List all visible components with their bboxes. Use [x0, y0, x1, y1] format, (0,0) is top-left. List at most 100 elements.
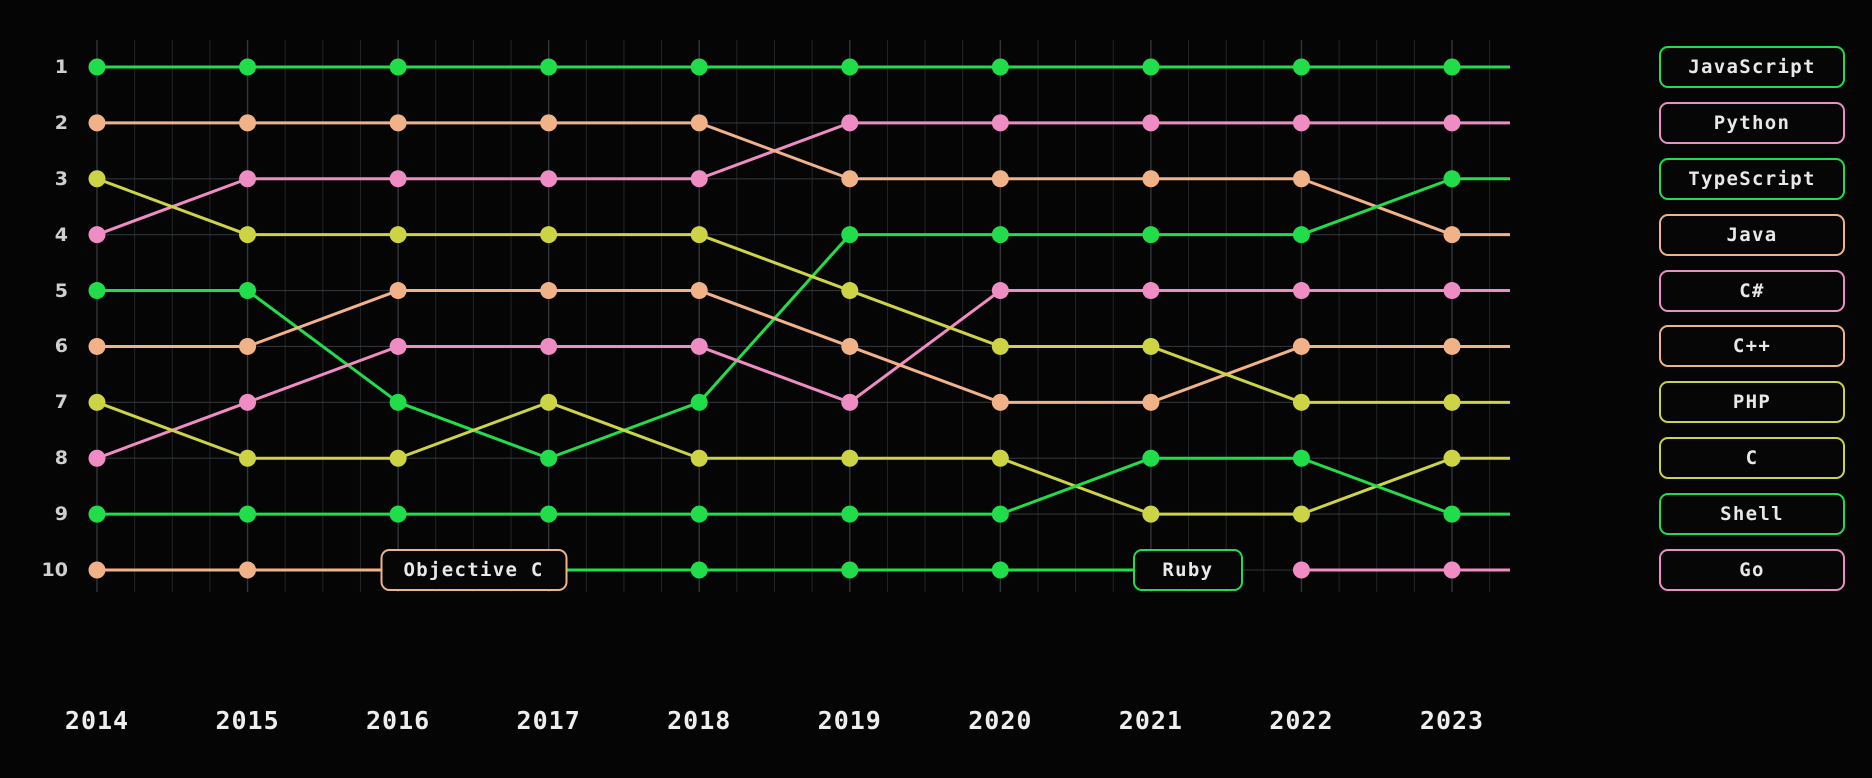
- y-axis-tick-5: 5: [54, 279, 68, 302]
- data-point: [1443, 561, 1461, 579]
- y-axis-tick-2: 2: [54, 111, 68, 134]
- series-label-javascript[interactable]: JavaScript: [1659, 46, 1845, 88]
- series-label-php[interactable]: PHP: [1659, 381, 1845, 424]
- x-axis-tick-2020: 2020: [968, 706, 1033, 735]
- data-point: [389, 114, 407, 132]
- data-point: [540, 58, 558, 76]
- data-point: [1443, 226, 1461, 244]
- data-point: [1142, 58, 1160, 76]
- bump-chart-screenshot: 1 2 3 4 5 6 7 8 9 10 2014 2015 2016 2017 2018 2019 2020 2…: [0, 0, 1872, 778]
- series-label-go[interactable]: Go: [1659, 549, 1845, 591]
- data-point: [1292, 226, 1310, 244]
- x-axis-tick-2021: 2021: [1118, 706, 1183, 735]
- x-axis-tick-2018: 2018: [667, 706, 732, 735]
- series-label-java[interactable]: Java: [1659, 213, 1845, 256]
- series-label-python[interactable]: Python: [1659, 101, 1845, 144]
- data-point: [389, 393, 407, 411]
- data-point: [991, 114, 1009, 132]
- x-axis-tick-2019: 2019: [817, 706, 882, 735]
- series-lines: [95, 65, 1510, 572]
- data-point: [239, 449, 257, 467]
- data-point: [540, 337, 558, 355]
- data-point: [1292, 505, 1310, 523]
- data-point: [1142, 170, 1160, 188]
- data-point: [239, 282, 257, 300]
- data-point: [88, 393, 106, 411]
- data-point: [690, 337, 708, 355]
- data-point: [1443, 58, 1461, 76]
- data-point: [1292, 114, 1310, 132]
- data-point: [1292, 282, 1310, 300]
- data-point: [540, 170, 558, 188]
- series-label-shell[interactable]: Shell: [1659, 493, 1845, 536]
- data-point: [841, 114, 859, 132]
- data-point: [991, 170, 1009, 188]
- data-point: [88, 170, 106, 188]
- data-point: [239, 114, 257, 132]
- data-point: [1443, 170, 1461, 188]
- data-point: [841, 561, 859, 579]
- data-point: [540, 449, 558, 467]
- data-point: [1292, 337, 1310, 355]
- data-point: [690, 561, 708, 579]
- data-point: [1443, 337, 1461, 355]
- data-point: [1142, 393, 1160, 411]
- data-point: [841, 170, 859, 188]
- data-point: [690, 449, 708, 467]
- data-point: [991, 226, 1009, 244]
- data-point: [389, 337, 407, 355]
- y-axis-tick-1: 1: [54, 56, 68, 78]
- series-label-c-[interactable]: C#: [1659, 269, 1845, 312]
- data-point: [88, 114, 106, 132]
- data-point: [88, 337, 106, 355]
- series-label-objective-c[interactable]: Objective C: [380, 549, 568, 591]
- data-point: [991, 505, 1009, 523]
- x-axis-tick-2014: 2014: [64, 706, 130, 735]
- data-point: [991, 282, 1009, 300]
- y-axis-tick-4: 4: [54, 223, 68, 246]
- data-point: [1443, 393, 1461, 411]
- y-axis-tick-6: 6: [54, 335, 68, 358]
- x-axis-tick-2016: 2016: [366, 706, 431, 735]
- data-point: [1142, 337, 1160, 355]
- y-axis-tick-3: 3: [54, 167, 68, 190]
- series-label-c-[interactable]: C++: [1659, 325, 1845, 368]
- data-point: [991, 393, 1009, 411]
- x-axis-tick-2023: 2023: [1419, 706, 1485, 735]
- data-point: [1292, 561, 1310, 579]
- series-label-typescript[interactable]: TypeScript: [1659, 157, 1845, 200]
- x-axis-tick-2015: 2015: [215, 706, 280, 735]
- data-point: [1443, 449, 1461, 467]
- data-point: [1292, 449, 1310, 467]
- data-point: [841, 505, 859, 523]
- data-point: [1142, 114, 1160, 132]
- data-point: [239, 505, 257, 523]
- data-point: [88, 58, 106, 76]
- data-point: [841, 226, 859, 244]
- data-point: [841, 393, 859, 411]
- data-point: [690, 58, 708, 76]
- data-point: [389, 505, 407, 523]
- data-point: [1142, 449, 1160, 467]
- data-point: [841, 449, 859, 467]
- data-point: [389, 58, 407, 76]
- data-point: [690, 282, 708, 300]
- data-point: [1292, 170, 1310, 188]
- series-label-ruby[interactable]: Ruby: [1132, 549, 1243, 591]
- series-label-c[interactable]: C: [1659, 437, 1845, 480]
- data-point: [690, 114, 708, 132]
- data-point: [88, 282, 106, 300]
- data-point: [389, 449, 407, 467]
- data-point: [1443, 282, 1461, 300]
- data-point: [841, 58, 859, 76]
- data-point: [239, 170, 257, 188]
- data-point: [239, 393, 257, 411]
- data-point: [389, 226, 407, 244]
- data-point: [690, 170, 708, 188]
- y-axis-tick-7: 7: [54, 391, 68, 414]
- x-axis-tick-2022: 2022: [1269, 706, 1334, 735]
- data-point: [841, 282, 859, 300]
- data-point: [239, 337, 257, 355]
- data-point: [88, 449, 106, 467]
- y-axis-tick-10: 10: [41, 559, 68, 581]
